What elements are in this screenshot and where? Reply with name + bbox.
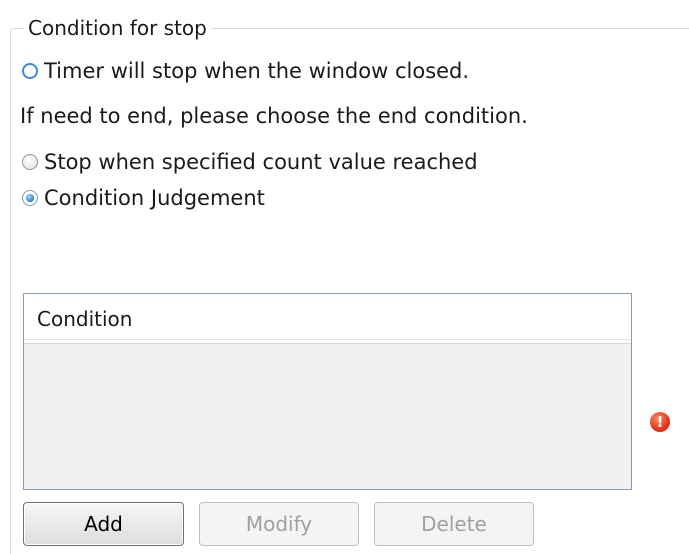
group-title: Condition for stop [24, 14, 211, 42]
condition-list[interactable]: Condition [23, 293, 632, 490]
modify-button[interactable]: Modify [199, 502, 359, 546]
radio-circle-icon[interactable] [22, 154, 38, 170]
radio-timer-window-closed-label: Timer will stop when the window closed. [44, 59, 470, 83]
radio-stop-count-reached[interactable]: Stop when specified count value reached [22, 148, 478, 176]
radio-condition-judgement[interactable]: Condition Judgement [22, 184, 265, 212]
radio-selected-icon[interactable] [22, 190, 38, 206]
header-divider [24, 339, 631, 340]
list-header: Condition [24, 294, 631, 344]
end-condition-hint: If need to end, please choose the end co… [20, 104, 528, 128]
radio-stop-count-reached-label: Stop when specified count value reached [44, 150, 478, 174]
radio-circle-icon[interactable] [22, 63, 38, 79]
radio-condition-judgement-label: Condition Judgement [44, 186, 265, 210]
add-button[interactable]: Add [23, 502, 184, 546]
delete-button[interactable]: Delete [374, 502, 534, 546]
error-icon: ! [650, 412, 670, 432]
column-header-condition[interactable]: Condition [37, 306, 132, 332]
radio-timer-window-closed[interactable]: Timer will stop when the window closed. [22, 57, 469, 85]
